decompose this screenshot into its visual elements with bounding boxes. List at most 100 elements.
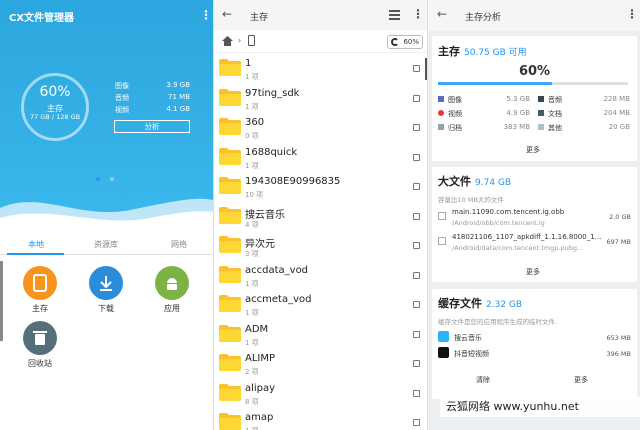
usage-progress-fill	[438, 82, 552, 85]
storage-chip[interactable]: 60%	[387, 35, 423, 49]
tab-indicator	[7, 253, 64, 255]
folder-row[interactable]: 1688quick 1 项	[214, 143, 427, 173]
chevron-right-icon: ›	[238, 36, 242, 45]
overflow-menu-icon[interactable]: ⋮	[626, 7, 638, 21]
folder-item-count: 10 项	[245, 191, 264, 199]
file-size: 2.0 GB	[609, 213, 631, 221]
category-apps[interactable]: 应用	[148, 266, 196, 314]
folder-item-count: 1 项	[245, 279, 259, 288]
folder-row[interactable]: ALIMP 2 项	[214, 349, 427, 379]
folder-icon	[219, 88, 241, 106]
more-button[interactable]: 更多	[526, 267, 540, 277]
category-label: 主存	[32, 304, 48, 313]
folder-row[interactable]: 异次元 3 项	[214, 231, 427, 261]
cache-files-card: 缓存文件 2.32 GB 缓存文件是您的应用程序生成的临时文件. 搜云音乐 653…	[432, 289, 637, 399]
folder-row[interactable]: alipay 8 项	[214, 379, 427, 409]
android-icon	[155, 266, 189, 300]
folder-item-count: 0 项	[245, 132, 259, 140]
folder-row[interactable]: 97ting_sdk 1 项	[214, 84, 427, 114]
app-title: CX文件管理器	[9, 13, 75, 24]
page-dot	[110, 177, 114, 181]
file-browser-panel: ← 主存 ⋮ › 60% 1 1 项 97ting_sdk 1 项 360 0 项 1688…	[213, 0, 427, 430]
category-main-storage[interactable]: 主存	[16, 266, 64, 314]
list-view-icon[interactable]	[389, 10, 400, 20]
folder-item-count: 4 项	[245, 220, 259, 229]
legend-other: 其他 20 GB	[538, 123, 630, 133]
card-title: 缓存文件 2.32 GB	[438, 295, 522, 311]
folder-item-count: 8 项	[245, 397, 259, 406]
home-panel: CX文件管理器 ⋮ 60% 主存 77 GB / 128 GB 图像 3.9 GB…	[0, 0, 213, 430]
folder-row[interactable]: accdata_vod 1 项	[214, 261, 427, 291]
tab-library[interactable]: 资源库	[94, 239, 118, 250]
folder-checkbox[interactable]	[413, 271, 420, 279]
storage-chip-value: 60%	[403, 38, 419, 46]
folder-name: ALIMP	[245, 353, 276, 364]
folder-checkbox[interactable]	[413, 389, 420, 397]
file-path: /Android/obb/com.tencent.ig	[452, 219, 545, 227]
folder-checkbox[interactable]	[413, 65, 420, 72]
folder-row[interactable]: amap 1 项	[214, 408, 427, 430]
file-name: main.11090.com.tencent.ig.obb	[452, 208, 565, 216]
music-app-icon	[438, 331, 449, 342]
pie-icon	[391, 38, 399, 46]
folder-row[interactable]: 1 1 项	[214, 54, 427, 84]
folder-row[interactable]: 360 0 项	[214, 113, 427, 143]
overflow-menu-icon[interactable]: ⋮	[412, 7, 424, 21]
folder-checkbox[interactable]	[413, 242, 420, 249]
folder-name: 194308E90996835	[245, 176, 341, 187]
folder-checkbox[interactable]	[413, 301, 420, 308]
folder-item-count: 1 项	[245, 102, 259, 111]
folder-checkbox[interactable]	[413, 183, 420, 190]
page-indicator	[96, 174, 124, 184]
category-recycle-bin[interactable]: 回收站	[16, 321, 64, 369]
folder-checkbox[interactable]	[413, 330, 420, 338]
category-label: 应用	[164, 304, 180, 313]
archive-icon	[438, 124, 444, 130]
card-title-text: 缓存文件	[438, 297, 482, 310]
storage-percent: 60%	[39, 84, 71, 100]
legend-images: 图像 5.3 GB	[438, 95, 530, 105]
card-description: 缓存文件是您的应用程序生成的临时文件.	[438, 318, 558, 326]
clear-button[interactable]: 清除	[476, 375, 490, 385]
more-button[interactable]: 更多	[526, 145, 540, 155]
folder-item-count: 1 项	[245, 338, 259, 347]
folder-name: 97ting_sdk	[245, 87, 300, 99]
main-storage-card: 主存 50.75 GB 可用 60% 图像 5.3 GB 音频 228 MB 视频 4.…	[432, 36, 637, 161]
scroll-indicator	[0, 261, 3, 341]
phone-icon[interactable]	[248, 35, 255, 46]
home-icon[interactable]	[222, 36, 233, 46]
download-icon	[89, 266, 123, 300]
folder-checkbox[interactable]	[413, 153, 420, 161]
folder-checkbox[interactable]	[413, 419, 420, 426]
folder-row[interactable]: accmeta_vod 1 项	[214, 290, 427, 320]
tab-network[interactable]: 网络	[171, 239, 187, 250]
back-arrow-icon[interactable]: ←	[222, 7, 232, 21]
folder-name: accmeta_vod	[245, 294, 312, 305]
folder-checkbox[interactable]	[413, 360, 420, 367]
more-button[interactable]: 更多	[574, 375, 588, 385]
folder-item-count: 3 项	[245, 250, 259, 258]
folder-name: 搜云音乐	[245, 209, 285, 221]
category-download[interactable]: 下载	[82, 266, 130, 314]
folder-row[interactable]: 搜云音乐 4 项	[214, 202, 427, 232]
folder-checkbox[interactable]	[413, 212, 420, 220]
storage-size: 77 GB / 128 GB	[29, 113, 81, 121]
app-cache-size: 653 MB	[606, 334, 631, 342]
tab-local[interactable]: 本地	[28, 239, 44, 250]
folder-row[interactable]: ADM 1 项	[214, 320, 427, 350]
folder-checkbox[interactable]	[413, 124, 420, 131]
back-arrow-icon[interactable]: ←	[437, 7, 447, 21]
folder-name: ADM	[245, 323, 269, 335]
folder-checkbox[interactable]	[413, 94, 420, 102]
cache-size: 2.32 GB	[486, 300, 523, 310]
analyze-button[interactable]: 分析	[114, 120, 190, 133]
category-label: 下载	[98, 304, 114, 313]
stat-audio: 音频 71 MB	[115, 93, 190, 102]
overflow-menu-icon[interactable]: ⋮	[200, 8, 212, 22]
folder-item-count: 2 项	[245, 368, 259, 376]
folder-name: accdata_vod	[245, 264, 309, 276]
file-checkbox[interactable]	[438, 212, 446, 220]
file-checkbox[interactable]	[438, 237, 446, 245]
folder-item-count: 1 项	[245, 426, 259, 430]
folder-row[interactable]: 194308E90996835 10 项	[214, 172, 427, 202]
